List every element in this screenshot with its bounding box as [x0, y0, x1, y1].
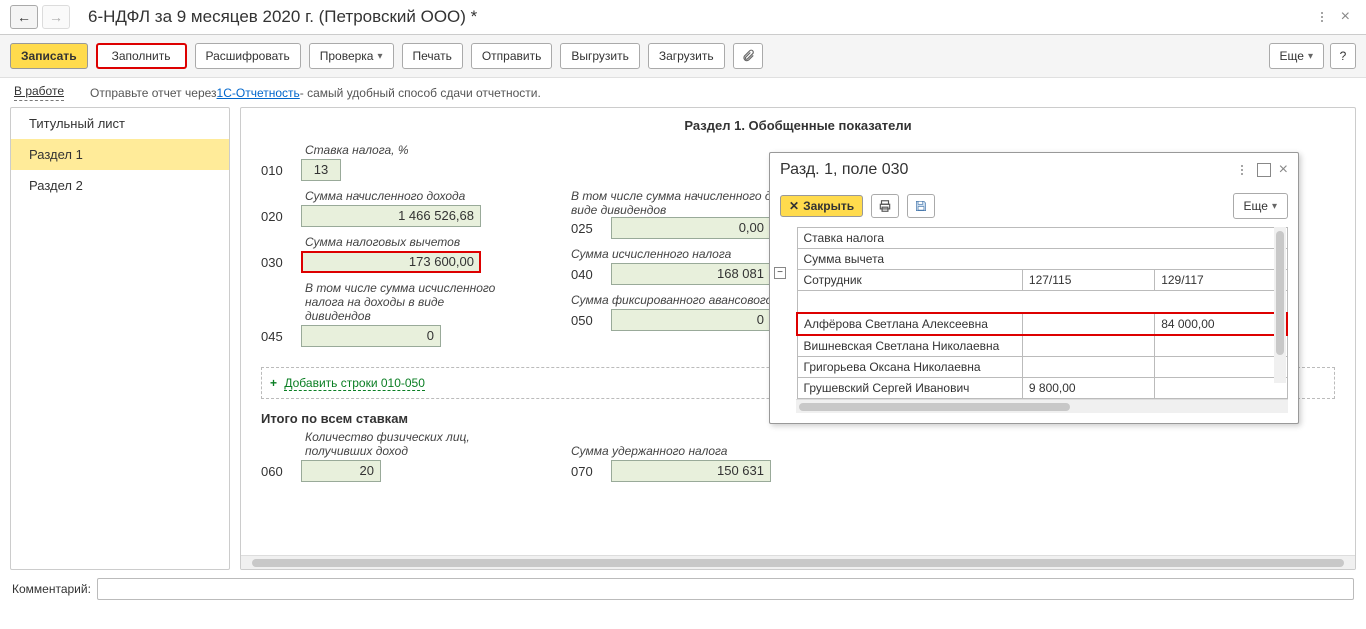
code-045: 045 [261, 329, 293, 344]
popup-print-icon[interactable] [871, 194, 899, 218]
cell-a [1022, 356, 1154, 377]
th-sum: Сумма вычета [797, 249, 1287, 270]
popup-close-label: Закрыть [803, 199, 854, 213]
field-020[interactable]: 1 466 526,68 [301, 205, 481, 227]
status-bar: В работе Отправьте отчет через 1С-Отчетн… [0, 78, 1366, 107]
cell-a [1022, 313, 1154, 335]
popup-close-button[interactable]: ✕ Закрыть [780, 195, 863, 217]
status-in-work[interactable]: В работе [14, 84, 64, 101]
section-title: Раздел 1. Обобщенные показатели [261, 116, 1335, 133]
label-020: Сумма начисленного дохода [261, 189, 511, 203]
content-hscroll[interactable] [241, 555, 1355, 569]
nav-forward-button[interactable]: → [42, 5, 70, 29]
nav-back-button[interactable]: ← [10, 5, 38, 29]
attach-icon[interactable] [733, 43, 763, 69]
th-rate: Ставка налога [797, 228, 1287, 249]
code-060: 060 [261, 464, 293, 479]
code-010: 010 [261, 163, 293, 178]
cell-name: Алфёрова Светлана Алексеевна [797, 313, 1022, 335]
field-025[interactable]: 0,00 [611, 217, 771, 239]
code-020: 020 [261, 209, 293, 224]
plus-icon: + [270, 376, 277, 390]
status-hint-prefix: Отправьте отчет через [90, 86, 217, 100]
field-030[interactable]: 173 600,00 [301, 251, 481, 273]
cell-a: 9 800,00 [1022, 377, 1154, 398]
comment-bar: Комментарий: [0, 570, 1366, 606]
content-panel: Раздел 1. Обобщенные показатели Ставка н… [240, 107, 1356, 570]
detail-table: Ставка налога Сумма вычета Сотрудник 127… [796, 227, 1288, 399]
save-button[interactable]: Записать [10, 43, 88, 69]
import-button[interactable]: Загрузить [648, 43, 725, 69]
field-070[interactable]: 150 631 [611, 460, 771, 482]
code-050: 050 [571, 313, 603, 328]
popup-kebab-icon[interactable] [1235, 159, 1249, 181]
popup-hscroll[interactable] [796, 399, 1288, 413]
more-button[interactable]: Еще [1269, 43, 1324, 69]
kebab-menu-icon[interactable] [1315, 6, 1329, 28]
fill-button[interactable]: Заполнить [96, 43, 187, 69]
export-button[interactable]: Выгрузить [560, 43, 640, 69]
table-row[interactable]: Григорьева Оксана Николаевна [797, 356, 1287, 377]
empty-row [797, 291, 1287, 313]
print-button[interactable]: Печать [402, 43, 463, 69]
help-button[interactable]: ? [1330, 43, 1356, 69]
popup-maximize-icon[interactable] [1257, 163, 1271, 177]
field-060[interactable]: 20 [301, 460, 381, 482]
col-b[interactable]: 129/117 [1155, 270, 1287, 291]
popup-title: Разд. 1, поле 030 [780, 161, 908, 179]
col-employee[interactable]: Сотрудник [797, 270, 1022, 291]
label-045: В том числе сумма исчисленного налога на… [261, 281, 511, 323]
sidebar: Титульный лист Раздел 1 Раздел 2 [10, 107, 230, 570]
cell-name: Грушевский Сергей Иванович [797, 377, 1022, 398]
field-045[interactable]: 0 [301, 325, 441, 347]
table-row[interactable]: Вишневская Светлана Николаевна [797, 335, 1287, 357]
title-bar: ← → 6-НДФЛ за 9 месяцев 2020 г. (Петровс… [0, 0, 1366, 35]
cell-name: Вишневская Светлана Николаевна [797, 335, 1022, 357]
status-hint-suffix: - самый удобный способ сдачи отчетности. [300, 86, 541, 100]
check-button[interactable]: Проверка [309, 43, 394, 69]
cell-b [1155, 335, 1287, 357]
field-040[interactable]: 168 081 [611, 263, 771, 285]
send-button[interactable]: Отправить [471, 43, 553, 69]
cell-b [1155, 356, 1287, 377]
comment-label: Комментарий: [12, 582, 91, 596]
decode-button[interactable]: Расшифровать [195, 43, 301, 69]
close-icon[interactable]: × [1335, 4, 1356, 30]
code-070: 070 [571, 464, 603, 479]
detail-popup: Разд. 1, поле 030 × ✕ Закрыть [769, 152, 1299, 424]
popup-more-button[interactable]: Еще [1233, 193, 1288, 219]
popup-vscroll[interactable] [1274, 227, 1286, 383]
table-row[interactable]: Алфёрова Светлана Алексеевна 84 000,00 [797, 313, 1287, 335]
sidebar-item-section1[interactable]: Раздел 1 [11, 139, 229, 170]
cell-b [1155, 377, 1287, 398]
cell-b: 84 000,00 [1155, 313, 1287, 335]
status-hint-link[interactable]: 1С-Отчетность [217, 86, 300, 100]
sidebar-item-title[interactable]: Титульный лист [11, 108, 229, 139]
field-010[interactable]: 13 [301, 159, 341, 181]
label-060: Количество физических лиц, получивших до… [261, 430, 511, 458]
label-030: Сумма налоговых вычетов [261, 235, 511, 249]
comment-input[interactable] [97, 578, 1354, 600]
code-030: 030 [261, 255, 293, 270]
add-lines-link[interactable]: Добавить строки 010-050 [284, 376, 425, 391]
cell-a [1022, 335, 1154, 357]
main-toolbar: Записать Заполнить Расшифровать Проверка… [0, 35, 1366, 78]
page-title: 6-НДФЛ за 9 месяцев 2020 г. (Петровский … [88, 7, 477, 27]
col-a[interactable]: 127/115 [1022, 270, 1154, 291]
label-070: Сумма удержанного налога [571, 444, 831, 458]
popup-close-icon[interactable]: × [1279, 161, 1288, 179]
popup-save-icon[interactable] [907, 194, 935, 218]
code-025: 025 [571, 221, 603, 236]
table-row[interactable]: Грушевский Сергей Иванович 9 800,00 [797, 377, 1287, 398]
cell-name: Григорьева Оксана Николаевна [797, 356, 1022, 377]
code-040: 040 [571, 267, 603, 282]
field-050[interactable]: 0 [611, 309, 771, 331]
sidebar-item-section2[interactable]: Раздел 2 [11, 170, 229, 201]
